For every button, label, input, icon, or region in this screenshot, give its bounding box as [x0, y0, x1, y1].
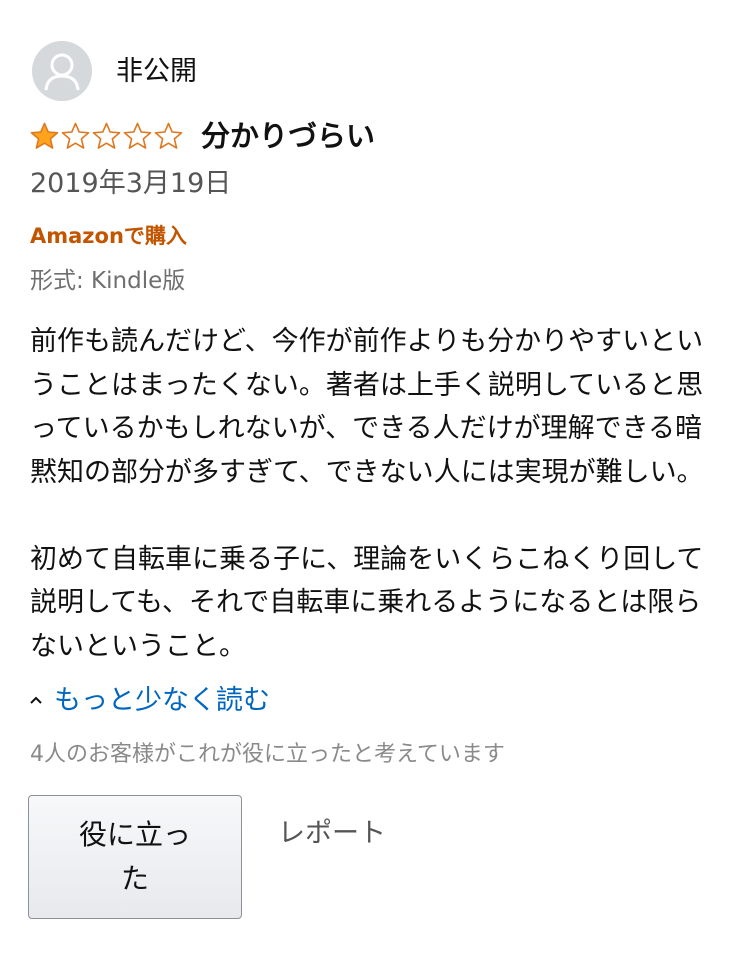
review-body: 前作も読んだけど、今作が前作よりも分かりやすいということはまったくない。著者は上…	[30, 320, 724, 668]
helpful-count: 4人のお客様がこれが役に立ったと考えています	[30, 742, 505, 767]
report-link[interactable]: レポート	[278, 818, 386, 850]
avatar-icon	[32, 41, 92, 101]
author-name: 非公開	[116, 55, 197, 87]
helpful-button-label: 役に立った	[78, 818, 191, 895]
review-paragraph: 前作も読んだけど、今作が前作よりも分かりやすいということはまったくない。著者は上…	[30, 326, 704, 488]
star-outline-icon	[123, 122, 152, 149]
verified-purchase-badge: Amazonで購入	[30, 224, 187, 248]
format-info: 形式: Kindle版	[30, 268, 186, 294]
review-author: 非公開	[32, 40, 197, 102]
read-less-label: もっと少なく読む	[54, 684, 270, 716]
review-date: 2019年3月19日	[30, 168, 232, 199]
star-outline-icon	[61, 122, 90, 149]
star-outline-icon	[154, 122, 183, 149]
star-filled-icon	[30, 122, 59, 149]
star-rating	[30, 122, 185, 150]
chevron-up-icon	[30, 696, 42, 704]
review-card: 非公開 分かりづらい 2019年3月19日 Amazonで購入 形式: Kind…	[0, 0, 750, 959]
helpful-button[interactable]: 役に立った	[28, 795, 242, 919]
star-outline-icon	[92, 122, 121, 149]
rating-row: 分かりづらい	[30, 116, 375, 156]
read-less-link[interactable]: もっと少なく読む	[28, 680, 270, 720]
review-title[interactable]: 分かりづらい	[201, 121, 375, 151]
review-paragraph: 初めて自転車に乗る子に、理論をいくらこねくり回して説明しても、それで自転車に乗れ…	[30, 543, 704, 662]
